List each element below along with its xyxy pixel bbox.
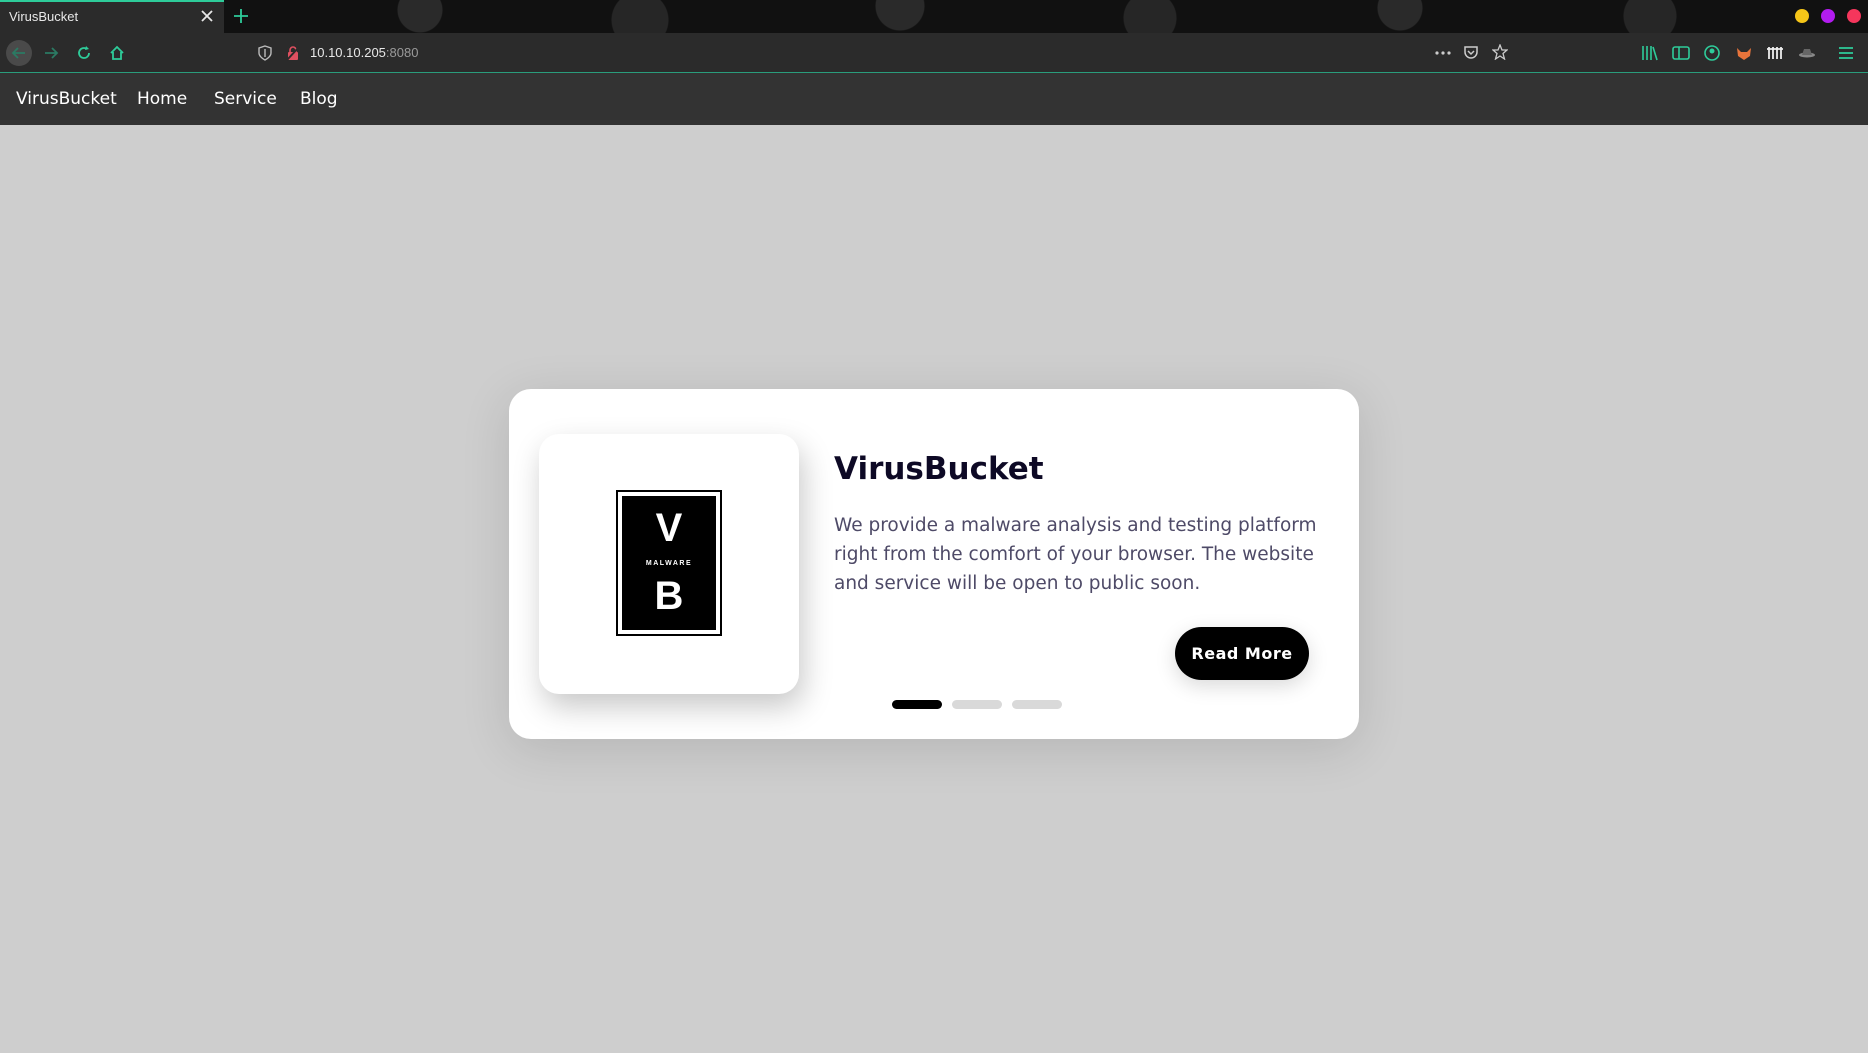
nav-blog-link[interactable]: Blog	[300, 89, 338, 109]
url-text: 10.10.10.205:8080	[310, 45, 418, 60]
slider-dot-3[interactable]	[1012, 700, 1062, 709]
logo-letter-v: V	[655, 506, 683, 550]
site-navbar: VirusBucket Home Service Blog	[0, 73, 1868, 125]
new-tab-plus-icon[interactable]	[232, 7, 250, 25]
nav-service-link[interactable]: Service	[214, 89, 277, 109]
forward-arrow-icon	[45, 47, 59, 59]
home-button[interactable]	[104, 40, 130, 66]
pocket-icon[interactable]	[1463, 44, 1479, 60]
slider-dot-2[interactable]	[952, 700, 1002, 709]
browser-tab-bar: VirusBucket	[0, 0, 1868, 33]
back-button[interactable]	[6, 40, 32, 66]
logo-malware-text: MALWARE	[645, 560, 693, 567]
url-port: :8080	[385, 45, 419, 60]
back-arrow-icon	[11, 47, 25, 59]
nav-home-link[interactable]: Home	[137, 89, 187, 109]
url-host: 10.10.10.205	[310, 45, 386, 60]
sidebar-icon[interactable]	[1671, 43, 1691, 63]
card-description: We provide a malware analysis and testin…	[834, 515, 1317, 594]
virusbucket-logo: V MALWARE B	[616, 490, 722, 636]
incognito-hat-icon[interactable]	[1797, 43, 1817, 63]
blog-slider-card: V MALWARE B VirusBucket We provide a mal…	[509, 389, 1359, 739]
nav-brand-link[interactable]: VirusBucket	[16, 89, 117, 109]
logo-letter-b: B	[654, 574, 684, 618]
hamburger-menu-icon[interactable]	[1836, 43, 1856, 63]
tracking-shield-icon[interactable]	[258, 45, 272, 61]
window-close-button[interactable]	[1847, 9, 1861, 23]
home-icon	[110, 45, 124, 60]
read-more-button[interactable]: Read More	[1175, 627, 1309, 680]
forward-button[interactable]	[38, 40, 64, 66]
reload-icon	[78, 46, 90, 59]
library-icon[interactable]	[1640, 43, 1660, 63]
foxyproxy-extension-icon[interactable]	[1734, 43, 1754, 63]
browser-toolbar: 10.10.10.205:8080	[0, 33, 1868, 73]
insecure-lock-icon[interactable]	[286, 45, 300, 61]
bookmark-star-icon[interactable]	[1492, 44, 1508, 60]
browser-tab-active[interactable]: VirusBucket	[0, 0, 224, 33]
page-actions-icon[interactable]	[1434, 45, 1452, 61]
window-minimize-button[interactable]	[1795, 9, 1809, 23]
close-tab-icon[interactable]	[199, 8, 215, 24]
tab-title: VirusBucket	[9, 9, 79, 24]
account-icon[interactable]	[1702, 43, 1722, 63]
window-maximize-button[interactable]	[1821, 9, 1835, 23]
card-image-box: V MALWARE B	[539, 434, 799, 694]
slider-dot-1[interactable]	[892, 700, 942, 709]
logo-inner: V MALWARE B	[622, 496, 716, 630]
url-bar[interactable]: 10.10.10.205:8080	[250, 38, 1516, 68]
extension-bars-icon[interactable]	[1765, 43, 1785, 63]
card-title: VirusBucket	[834, 451, 1044, 487]
reload-button[interactable]	[71, 40, 97, 66]
